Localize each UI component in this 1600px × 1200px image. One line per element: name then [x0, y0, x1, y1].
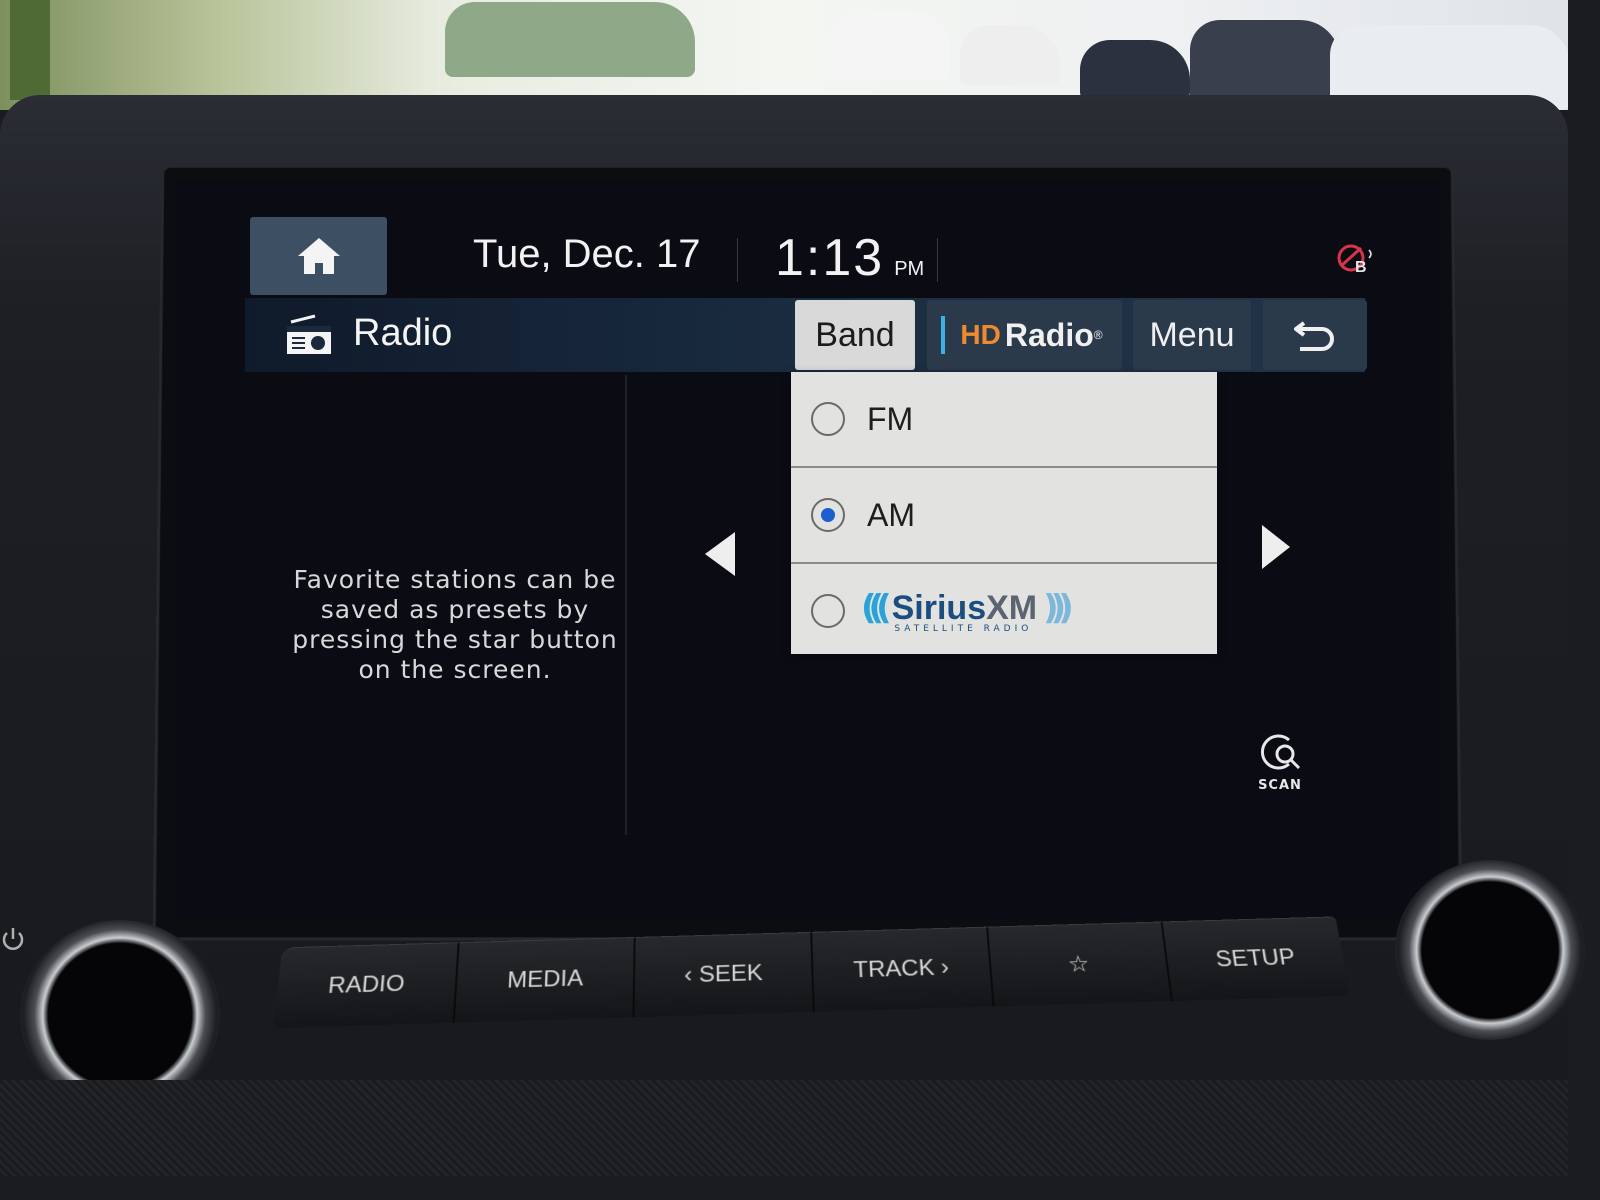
- tune-knob[interactable]: [1395, 860, 1585, 1040]
- band-option-siriusxm[interactable]: ((( Sirius XM ))) SATELLITE RADIO: [791, 564, 1217, 658]
- band-option-label: FM: [867, 400, 914, 437]
- hd-radio-button[interactable]: HD Radio ®: [927, 300, 1122, 370]
- status-divider: [937, 238, 938, 282]
- hd-logo-icon: HD: [960, 319, 1001, 350]
- siriusxm-logo: ((( Sirius XM ))) SATELLITE RADIO: [861, 588, 1074, 634]
- siriusxm-logo-sirius: Sirius: [891, 588, 987, 627]
- svg-text:B: B: [1355, 259, 1367, 276]
- infotainment-screen: Tue, Dec. 17 1:13 PM B Radio Band HD Radi…: [175, 180, 1440, 920]
- hw-setup-button[interactable]: SETUP: [1162, 916, 1350, 1002]
- radio-button-selected[interactable]: [811, 498, 845, 532]
- date-display: Tue, Dec. 17: [473, 232, 701, 276]
- band-option-fm[interactable]: FM: [791, 372, 1217, 468]
- signal-waves-left-icon: (((: [861, 588, 891, 628]
- band-dropdown: FM AM ((( Sirius XM ))) SATELLITE RADIO: [791, 372, 1217, 654]
- triangle-right-icon[interactable]: [1262, 525, 1290, 569]
- parked-car: [830, 10, 950, 80]
- siriusxm-logo-xm: XM: [986, 588, 1038, 627]
- clock[interactable]: 1:13 PM: [775, 228, 924, 288]
- radio-icon: [287, 314, 331, 354]
- parked-car: [445, 2, 695, 77]
- bluetooth-audio-disconnected-icon: B: [1337, 244, 1372, 276]
- registered-mark: ®: [1093, 328, 1103, 342]
- page-title: Radio: [353, 312, 453, 354]
- hd-indicator-bar: [941, 316, 945, 354]
- menu-button[interactable]: Menu: [1133, 300, 1251, 370]
- radio-button[interactable]: [811, 594, 845, 628]
- hw-favorite-star-button[interactable]: ☆: [987, 921, 1174, 1007]
- triangle-left-icon[interactable]: [705, 532, 735, 576]
- hw-radio-button[interactable]: RADIO: [273, 942, 460, 1029]
- back-button[interactable]: [1263, 300, 1367, 370]
- windshield-view: [0, 0, 1568, 110]
- ampm-indicator: PM: [894, 258, 925, 280]
- band-option-label: AM: [867, 496, 915, 533]
- radio-button[interactable]: [811, 402, 845, 436]
- scan-button[interactable]: SCAN: [1250, 730, 1310, 793]
- scan-label: SCAN: [1258, 778, 1302, 793]
- dashboard-grille: [0, 1080, 1568, 1176]
- preset-hint-text: Favorite stations can be saved as preset…: [292, 565, 618, 684]
- tree: [10, 0, 50, 100]
- signal-waves-right-icon: ))): [1043, 588, 1073, 628]
- band-button[interactable]: Band: [795, 300, 915, 370]
- home-button[interactable]: [250, 217, 387, 295]
- siriusxm-subtitle: SATELLITE RADIO: [894, 624, 1033, 634]
- time-value: 1:13: [775, 229, 885, 287]
- scan-icon: [1260, 734, 1301, 770]
- hw-seek-button[interactable]: ‹ SEEK: [634, 931, 815, 1018]
- band-option-am[interactable]: AM: [791, 468, 1217, 564]
- power-icon: [2, 928, 24, 950]
- status-divider: [737, 238, 738, 282]
- home-icon: [297, 238, 340, 274]
- parked-car: [1080, 40, 1190, 100]
- parked-car: [1190, 20, 1340, 105]
- parked-car: [960, 25, 1060, 85]
- hw-media-button[interactable]: MEDIA: [454, 936, 637, 1023]
- hw-track-button[interactable]: TRACK ›: [812, 926, 995, 1012]
- hd-radio-label: Radio: [1004, 316, 1094, 353]
- back-arrow-icon: [1294, 321, 1334, 351]
